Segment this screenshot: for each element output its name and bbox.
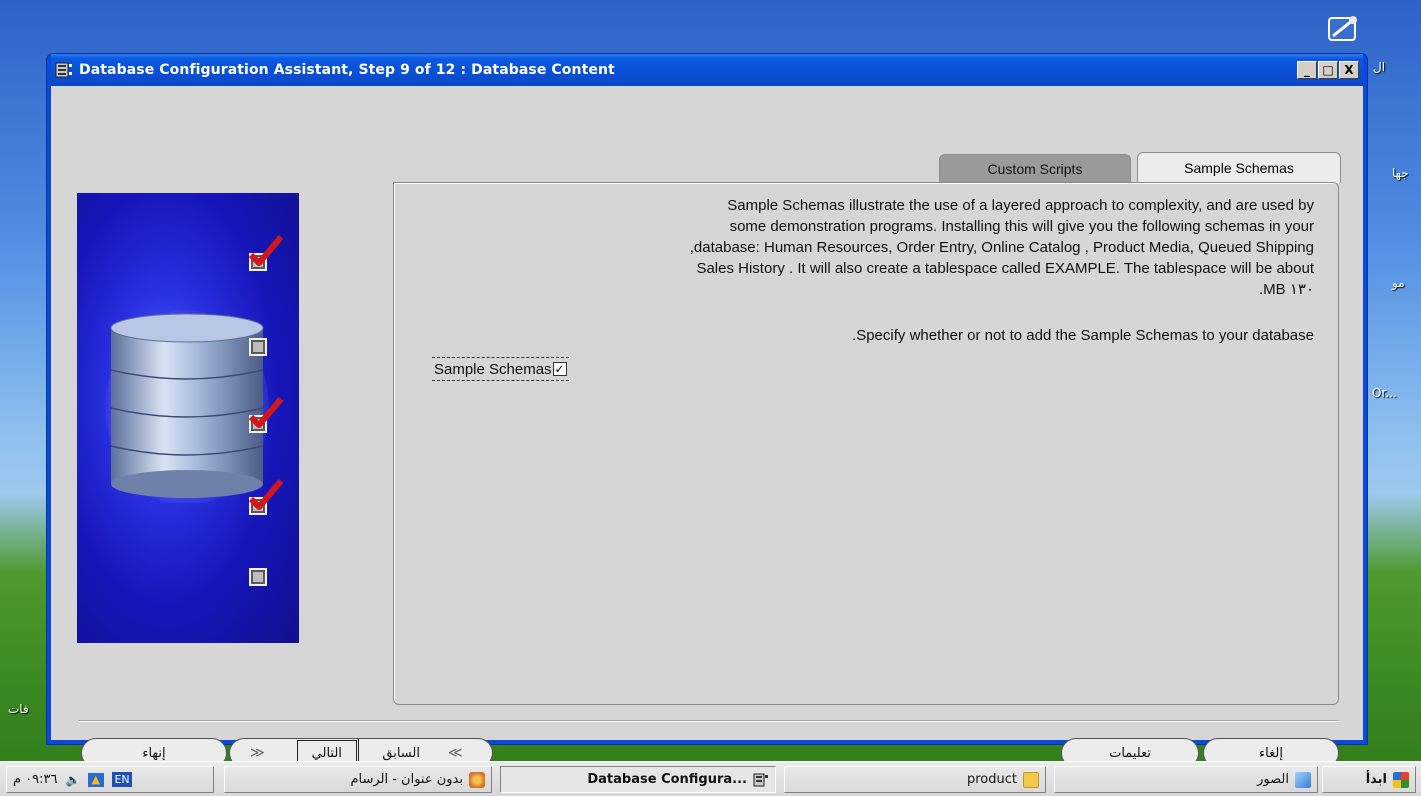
red-checkmark-icon: [248, 397, 284, 428]
taskbar-item-label: بدون عنوان - الرسام: [350, 772, 463, 787]
red-checkmark-icon: [248, 479, 284, 510]
description-line: ,database: Human Resources, Order Entry,…: [689, 239, 1314, 256]
paint-icon: [469, 771, 485, 788]
sample-schemas-checkbox-label[interactable]: Sample Schemas: [434, 361, 552, 378]
window-client-area: Custom Scripts Sample Schemas Sample Sch…: [51, 86, 1363, 768]
taskbar: ٠٩:٣٦ م 🔈 ▲ EN بدون عنوان - الرسام Datab…: [0, 761, 1421, 796]
tab-sample-schemas[interactable]: Sample Schemas: [1137, 152, 1341, 183]
pictures-icon: [1295, 771, 1311, 788]
button-separator: [79, 720, 1339, 722]
database-app-icon: [55, 62, 72, 78]
back-button-label: السابق: [382, 745, 420, 761]
step-checkbox-2: [249, 338, 267, 356]
description-line: Sales History . It will also create a ta…: [696, 260, 1314, 277]
close-button[interactable]: X: [1339, 61, 1359, 79]
progress-graphic: [77, 193, 299, 643]
desktop-label[interactable]: ال: [1373, 60, 1385, 74]
desktop-shortcut-icon[interactable]: [1323, 14, 1363, 50]
windows-logo-icon: [1393, 771, 1409, 788]
step-checkbox-5: [249, 568, 267, 586]
taskbar-item-pictures[interactable]: الصور: [1054, 766, 1318, 793]
dbca-window: Database Configuration Assistant, Step 9…: [46, 53, 1368, 768]
window-title: Database Configuration Assistant, Step 9…: [79, 62, 615, 78]
language-indicator[interactable]: EN: [112, 772, 132, 787]
back-arrow-icon: ≪: [447, 745, 463, 761]
red-checkmark-icon: [248, 235, 284, 266]
description-line: some demonstration programs. Installing …: [729, 218, 1314, 235]
desktop-label[interactable]: جها: [1392, 166, 1409, 180]
tab-custom-scripts[interactable]: Custom Scripts: [939, 154, 1131, 183]
start-label: ابدأ: [1365, 772, 1387, 787]
taskbar-item-product[interactable]: product: [784, 766, 1046, 793]
taskbar-item-label: Database Configura...: [587, 772, 747, 787]
database-app-icon: [753, 773, 768, 786]
next-arrow-icon: ≫: [250, 745, 265, 761]
specify-instruction: .Specify whether or not to add the Sampl…: [852, 327, 1314, 344]
taskbar-item-dbca[interactable]: Database Configura...: [500, 766, 776, 793]
sample-schemas-checkbox-row[interactable]: Sample Schemas ✓: [432, 357, 569, 381]
desktop-label[interactable]: فات: [8, 702, 29, 716]
folder-icon: [1023, 771, 1039, 788]
system-tray: ٠٩:٣٦ م 🔈 ▲ EN: [6, 766, 214, 793]
taskbar-item-label: product: [966, 772, 1017, 787]
taskbar-item-paint[interactable]: بدون عنوان - الرسام: [224, 766, 492, 793]
title-bar[interactable]: Database Configuration Assistant, Step 9…: [51, 54, 1363, 86]
sample-schemas-description: Sample Schemas illustrate the use of a l…: [404, 195, 1314, 300]
volume-icon[interactable]: 🔈: [66, 773, 81, 787]
description-line: Sample Schemas illustrate the use of a l…: [727, 197, 1314, 214]
taskbar-item-label: الصور: [1257, 772, 1289, 787]
sample-schemas-checkbox[interactable]: ✓: [552, 362, 567, 376]
description-line: .MB ١٣٠: [1258, 281, 1314, 298]
maximize-button[interactable]: □: [1318, 61, 1338, 79]
minimize-button[interactable]: _: [1297, 61, 1317, 79]
tab-content-panel: Sample Schemas illustrate the use of a l…: [393, 182, 1339, 705]
desktop-label[interactable]: Or...: [1372, 386, 1397, 400]
network-warning-icon[interactable]: ▲: [88, 772, 105, 787]
clock[interactable]: ٠٩:٣٦ م: [13, 772, 58, 787]
desktop-label[interactable]: مو: [1392, 276, 1405, 290]
start-button[interactable]: ابدأ: [1322, 766, 1416, 793]
